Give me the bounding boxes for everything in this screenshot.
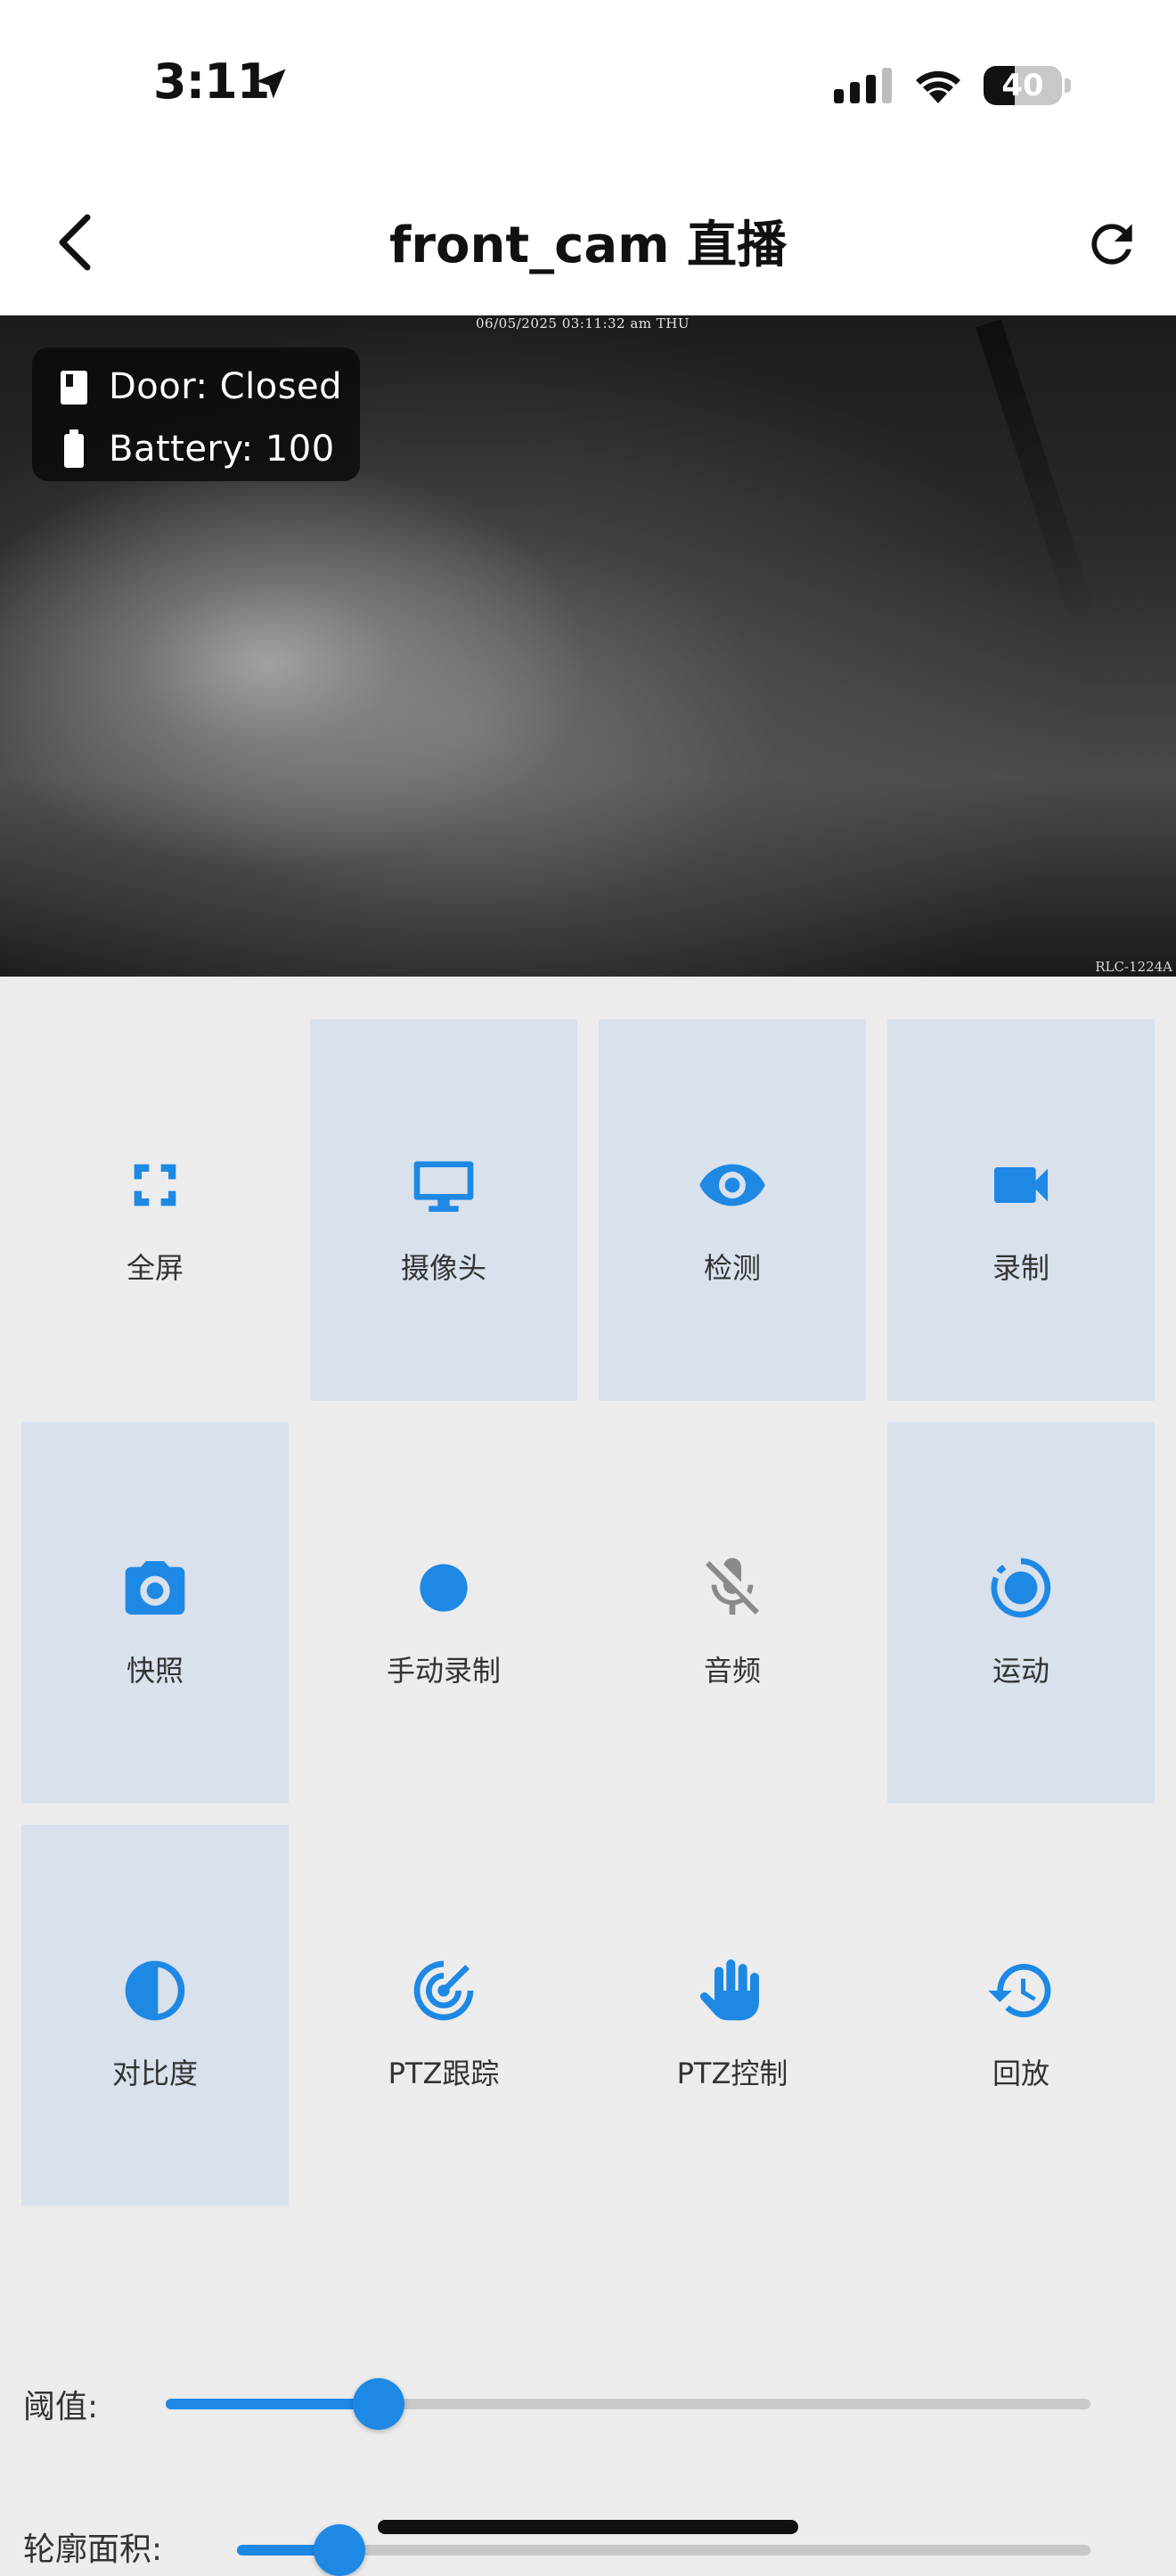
nav-bar: front_cam 直播 [0, 169, 1176, 315]
battery-full-icon [64, 429, 84, 468]
fullscreen-icon [134, 1164, 176, 1206]
feed-timestamp: 06/05/2025 03:11:32 am THU [476, 315, 690, 331]
control-tile-label: PTZ控制 [676, 2057, 788, 2090]
control-tile-label: 全屏 [126, 1251, 184, 1285]
control-tile-hand[interactable]: PTZ控制 [599, 1825, 866, 2206]
battery-icon: 40 [984, 66, 1071, 105]
cellular-signal-icon [834, 68, 892, 103]
door-icon [61, 371, 87, 405]
mic-off-icon [706, 1558, 759, 1615]
hand-icon [699, 1959, 759, 2021]
threshold-slider-thumb[interactable] [352, 2378, 404, 2430]
contour-area-label: 轮廓面积: [23, 2531, 163, 2568]
videocam-icon [994, 1167, 1048, 1203]
control-tile-label: 摄像头 [400, 1251, 486, 1285]
control-tile-history[interactable]: 回放 [887, 1825, 1155, 2206]
control-tile-label: 回放 [992, 2057, 1049, 2090]
motion-icon [991, 1558, 1051, 1618]
control-tile-eye[interactable]: 检测 [599, 1019, 866, 1401]
door-status-row: Door: Closed [59, 360, 342, 413]
control-tile-fullscreen[interactable]: 全屏 [21, 1019, 289, 1401]
door-status-text: Door: Closed [109, 366, 343, 407]
control-tile-contrast[interactable]: 对比度 [21, 1825, 289, 2206]
record-dot-icon [420, 1564, 468, 1612]
control-tile-videocam[interactable]: 录制 [887, 1019, 1155, 1401]
sensor-overlay: Door: Closed Battery: 100 [32, 348, 360, 481]
eye-icon [699, 1164, 765, 1206]
control-tile-mic-off[interactable]: 音频 [599, 1422, 866, 1803]
control-tile-label: 手动录制 [386, 1654, 501, 1688]
monitor-icon [413, 1161, 474, 1212]
battery-level: 40 [1001, 68, 1044, 103]
control-tile-monitor[interactable]: 摄像头 [310, 1019, 577, 1401]
control-tile-record-dot[interactable]: 手动录制 [310, 1422, 577, 1803]
control-tile-label: 运动 [992, 1654, 1049, 1688]
location-arrow-icon [256, 69, 286, 99]
history-icon [988, 1963, 1051, 2017]
control-tile-ptz-tracking[interactable]: PTZ跟踪 [310, 1825, 577, 2206]
camera-feed[interactable]: 06/05/2025 03:11:32 am THU RLC-1224A Doo… [0, 315, 1176, 977]
wifi-icon [916, 70, 960, 103]
control-tile-motion[interactable]: 运动 [887, 1422, 1155, 1803]
contour-area-slider-thumb[interactable] [313, 2524, 365, 2576]
contrast-icon [125, 1960, 185, 2021]
page-title: front_cam 直播 [389, 217, 787, 274]
control-tile-camera[interactable]: 快照 [21, 1422, 289, 1803]
home-indicator [378, 2520, 798, 2534]
control-tile-label: PTZ跟踪 [388, 2057, 500, 2090]
refresh-icon[interactable] [1082, 214, 1142, 274]
control-tile-label: 对比度 [111, 2057, 198, 2090]
battery-status-text: Battery: 100 [109, 429, 335, 470]
threshold-slider[interactable] [166, 2399, 1090, 2409]
back-chevron-icon[interactable] [45, 209, 107, 276]
control-tile-label: 快照 [126, 1654, 184, 1688]
control-tile-label: 录制 [992, 1251, 1049, 1285]
camera-icon [125, 1561, 185, 1615]
battery-status-row: Battery: 100 [59, 422, 335, 476]
status-bar: 3:11 40 [0, 0, 1176, 169]
control-tile-label: 音频 [703, 1654, 761, 1688]
threshold-label: 阈值: [23, 2389, 99, 2425]
camera-model-label: RLC-1224A [1095, 959, 1172, 975]
ptz-tracking-icon [413, 1960, 474, 2021]
control-tile-label: 检测 [703, 1251, 761, 1285]
